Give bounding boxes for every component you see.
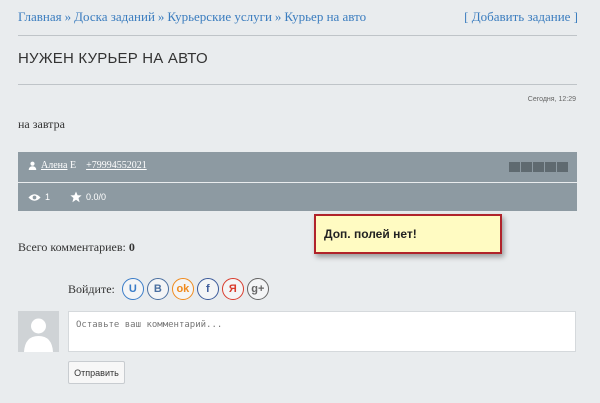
breadcrumb-separator: » xyxy=(157,9,165,24)
vk-login-icon[interactable]: B xyxy=(146,278,169,300)
user-icon xyxy=(28,161,37,170)
user-silhouette-icon xyxy=(24,318,53,352)
breadcrumb-courier-services[interactable]: Курьерские услуги xyxy=(167,9,272,24)
ucoz-login-icon[interactable]: U xyxy=(121,278,144,300)
author-suffix: Е xyxy=(69,160,77,171)
phone-link[interactable]: +79994552021 xyxy=(86,160,147,171)
author-name-link[interactable]: Алена xyxy=(41,160,67,171)
avatar xyxy=(18,311,59,352)
header-divider xyxy=(18,35,577,36)
facebook-login-icon[interactable]: f xyxy=(196,278,219,300)
rating-blocks[interactable] xyxy=(509,162,568,172)
breadcrumb: Главная» Доска заданий» Курьерские услуги»… xyxy=(18,9,578,25)
notice-tooltip: Доп. полей нет! xyxy=(314,214,502,254)
comment-input[interactable] xyxy=(68,311,576,352)
breadcrumb-home[interactable]: Главная xyxy=(18,9,62,24)
comments-count-value: 0 xyxy=(128,240,135,254)
task-stats-bar: 1 0.0/0 xyxy=(18,183,577,211)
rating-block[interactable] xyxy=(557,162,568,172)
comments-count-label: Всего комментариев: xyxy=(18,240,126,254)
task-stats: 1 0.0/0 xyxy=(28,191,106,203)
breadcrumb-separator: » xyxy=(274,9,282,24)
rating-value: 0.0/0 xyxy=(86,192,107,202)
social-login: Войдите: U B ok f Я g+ xyxy=(68,278,269,300)
breadcrumb-courier-by-car[interactable]: Курьер на авто xyxy=(284,9,366,24)
rating-block[interactable] xyxy=(521,162,532,172)
page-title: НУЖЕН КУРЬЕР НА АВТО xyxy=(18,50,208,67)
star-icon xyxy=(70,191,82,203)
yandex-login-icon[interactable]: Я xyxy=(221,278,244,300)
send-button[interactable]: Отправить xyxy=(68,361,125,384)
author-info: Алена Е +79994552021 xyxy=(28,160,147,171)
breadcrumb-task-board[interactable]: Доска заданий xyxy=(74,9,155,24)
task-date: Сегодня, 12:29 xyxy=(527,96,576,103)
rating-block[interactable] xyxy=(509,162,520,172)
rating-block[interactable] xyxy=(533,162,544,172)
google-plus-login-icon[interactable]: g+ xyxy=(246,278,269,300)
add-task-link[interactable]: [ Добавить задание ] xyxy=(464,9,578,25)
title-divider xyxy=(18,84,577,85)
task-author-bar: Алена Е +79994552021 xyxy=(18,152,577,182)
task-description: на завтра xyxy=(18,117,65,131)
views-count: 1 xyxy=(45,192,51,202)
comments-count: Всего комментариев: 0 xyxy=(18,240,135,255)
eye-icon xyxy=(28,193,41,201)
odnoklassniki-login-icon[interactable]: ok xyxy=(171,278,194,300)
breadcrumb-separator: » xyxy=(64,9,72,24)
rating-block[interactable] xyxy=(545,162,556,172)
login-label: Войдите: xyxy=(68,281,115,296)
